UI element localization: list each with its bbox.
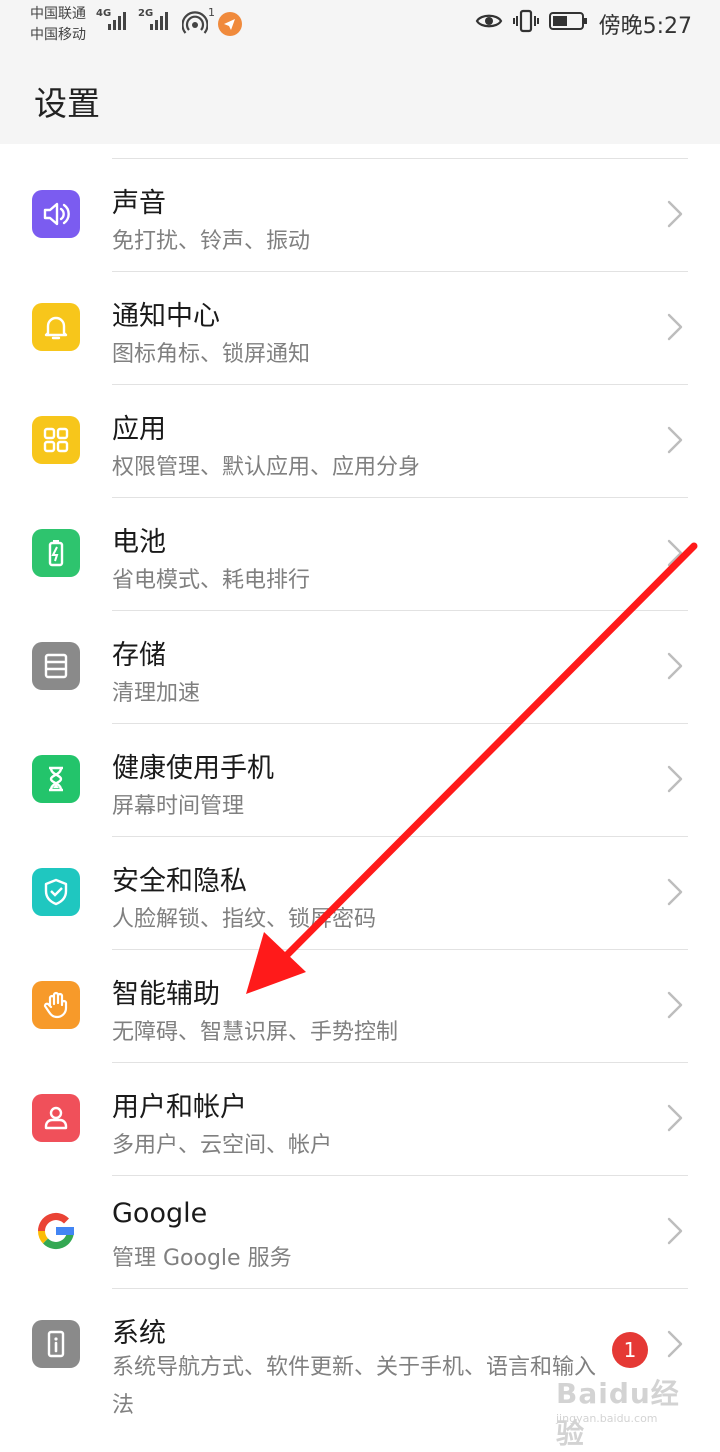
carrier-1: 中国联通: [30, 6, 86, 22]
watermark-url: jingyan.baidu.com: [556, 1412, 658, 1425]
settings-item-5[interactable]: 健康使用手机屏幕时间管理: [0, 724, 720, 837]
baidu-watermark: Baidu经验 jingyan.baidu.com: [556, 1372, 706, 1450]
settings-item-subtitle: 清理加速: [112, 681, 201, 706]
notification-app-icon: [218, 12, 242, 36]
settings-item-title: 用户和帐户: [112, 1092, 247, 1123]
settings-item-title: 存储: [112, 640, 166, 671]
chevron-right-icon: [666, 199, 684, 229]
chevron-right-icon: [666, 651, 684, 681]
settings-item-2[interactable]: 应用权限管理、默认应用、应用分身: [0, 385, 720, 498]
settings-item-subtitle: 多用户、云空间、帐户: [112, 1133, 333, 1158]
clock: 傍晚5:27: [598, 14, 692, 39]
google-icon: [32, 1207, 80, 1255]
hourglass-icon: [32, 755, 80, 803]
settings-item-3[interactable]: 电池省电模式、耗电排行: [0, 498, 720, 611]
settings-item-subtitle: 无障碍、智慧识屏、手势控制: [112, 1020, 399, 1045]
settings-item-subtitle: 系统导航方式、软件更新、关于手机、语言和输入法: [112, 1355, 597, 1418]
settings-item-1[interactable]: 通知中心图标角标、锁屏通知: [0, 272, 720, 385]
storage-icon: [32, 642, 80, 690]
settings-item-title: Google: [112, 1198, 208, 1229]
settings-item-0[interactable]: 声音免打扰、铃声、振动: [0, 159, 720, 272]
page-title: 设置: [34, 84, 100, 123]
settings-item-title: 健康使用手机: [112, 753, 274, 784]
apps-grid-icon: [32, 416, 80, 464]
settings-item-title: 智能辅助: [112, 979, 220, 1010]
settings-item-title: 系统: [112, 1318, 166, 1349]
chevron-right-icon: [666, 538, 684, 568]
settings-item-4[interactable]: 存储 清理加速: [0, 611, 720, 724]
hotspot-icon: [181, 11, 209, 37]
shield-icon: [32, 868, 80, 916]
settings-item-subtitle: 权限管理、默认应用、应用分身: [112, 455, 421, 480]
title-bar: 设置: [0, 50, 720, 144]
chevron-right-icon: [666, 990, 684, 1020]
speaker-icon: [32, 190, 80, 238]
user-icon: [32, 1094, 80, 1142]
chevron-right-icon: [666, 1329, 684, 1359]
settings-item-subtitle: 省电模式、耗电排行: [112, 568, 311, 593]
settings-item-title: 声音: [112, 188, 166, 219]
hand-icon: [32, 981, 80, 1029]
settings-item-8[interactable]: 用户和帐户多用户、云空间、帐户: [0, 1063, 720, 1176]
phone-info-icon: [32, 1320, 80, 1368]
update-badge: 1: [612, 1332, 648, 1368]
settings-item-title: 应用: [112, 414, 166, 445]
settings-item-title: 电池: [112, 527, 166, 558]
settings-item-9[interactable]: Google 管理 Google 服务: [0, 1176, 720, 1289]
status-bar: 中国联通 中国移动 4G 2G 1 傍晚5:27: [0, 0, 720, 50]
chevron-right-icon: [666, 764, 684, 794]
settings-item-subtitle: 屏幕时间管理: [112, 794, 245, 819]
eye-comfort-icon: [475, 11, 503, 37]
chevron-right-icon: [666, 425, 684, 455]
chevron-right-icon: [666, 1103, 684, 1133]
settings-item-subtitle: 图标角标、锁屏通知: [112, 342, 311, 367]
carrier-2: 中国移动: [30, 27, 86, 43]
chevron-right-icon: [666, 1216, 684, 1246]
settings-item-subtitle: 管理 Google 服务: [112, 1246, 292, 1271]
battery-status-icon: [548, 11, 589, 37]
carrier-names: 中国联通 中国移动: [30, 4, 86, 46]
settings-list: 声音免打扰、铃声、振动通知中心图标角标、锁屏通知应用权限管理、默认应用、应用分身…: [0, 144, 720, 1440]
chevron-right-icon: [666, 877, 684, 907]
settings-item-title: 安全和隐私: [112, 866, 247, 897]
settings-item-title: 通知中心: [112, 301, 220, 332]
status-right-group: 傍晚5:27: [475, 8, 692, 40]
chevron-right-icon: [666, 312, 684, 342]
battery-icon: [32, 529, 80, 577]
settings-item-6[interactable]: 安全和隐私人脸解锁、指纹、锁屏密码: [0, 837, 720, 950]
settings-item-7[interactable]: 智能辅助无障碍、智慧识屏、手势控制: [0, 950, 720, 1063]
hotspot-count: 1: [208, 6, 215, 19]
settings-item-subtitle: 人脸解锁、指纹、锁屏密码: [112, 907, 377, 932]
bell-icon: [32, 303, 80, 351]
vibrate-icon: [512, 9, 539, 39]
settings-item-subtitle: 免打扰、铃声、振动: [112, 229, 311, 254]
